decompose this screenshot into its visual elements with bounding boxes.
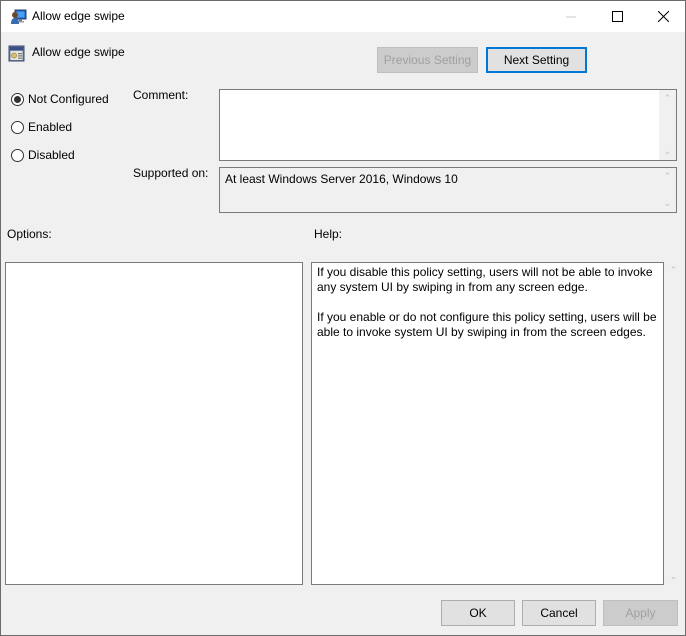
supported-on-field: At least Windows Server 2016, Windows 10… (219, 167, 677, 213)
radio-label: Disabled (28, 148, 75, 162)
options-label: Options: (7, 227, 52, 241)
close-icon (657, 11, 669, 22)
apply-button[interactable]: Apply (603, 600, 678, 626)
scroll-up-icon[interactable]: ⌃ (659, 168, 676, 185)
close-button[interactable] (640, 1, 686, 32)
next-setting-button[interactable]: Next Setting (486, 47, 587, 73)
supported-scrollbar[interactable]: ⌃ ⌄ (659, 168, 676, 212)
cancel-button[interactable]: Cancel (522, 600, 596, 626)
comment-scrollbar[interactable]: ⌃ ⌄ (659, 90, 676, 160)
options-panel (5, 262, 303, 585)
help-paragraph: If you disable this policy setting, user… (317, 265, 653, 294)
maximize-button[interactable] (594, 1, 640, 32)
scroll-up-icon[interactable]: ⌃ (659, 90, 676, 107)
previous-setting-button[interactable]: Previous Setting (377, 47, 478, 73)
scroll-up-icon[interactable]: ⌃ (665, 262, 682, 279)
ok-button[interactable]: OK (441, 600, 515, 626)
policy-dialog-window: Allow edge swipe Allow edge swipe Previo… (0, 0, 686, 636)
radio-label: Not Configured (28, 92, 109, 106)
radio-button[interactable] (11, 148, 24, 162)
radio-button-checked[interactable] (11, 92, 24, 106)
radio-disabled[interactable]: Disabled (11, 148, 75, 162)
minimize-icon (566, 16, 576, 17)
help-label: Help: (314, 227, 343, 241)
help-text: If you disable this policy setting, user… (317, 265, 659, 355)
radio-enabled[interactable]: Enabled (11, 120, 72, 134)
comment-label: Comment: (133, 88, 189, 102)
comment-textarea[interactable]: ⌃ ⌄ (219, 89, 677, 161)
scroll-down-icon[interactable]: ⌄ (665, 568, 682, 585)
scroll-down-icon[interactable]: ⌄ (659, 143, 676, 160)
help-scrollbar[interactable]: ⌃ ⌄ (665, 262, 682, 585)
window-title: Allow edge swipe (32, 9, 125, 23)
supported-on-label: Supported on: (133, 166, 209, 180)
radio-button[interactable] (11, 120, 24, 134)
policy-setting-icon (8, 45, 25, 62)
radio-label: Enabled (28, 120, 73, 134)
help-paragraph: If you enable or do not configure this p… (317, 310, 657, 339)
help-panel: If you disable this policy setting, user… (311, 262, 664, 585)
maximize-icon (611, 11, 623, 22)
scroll-down-icon[interactable]: ⌄ (659, 195, 676, 212)
group-policy-icon (11, 9, 27, 24)
setting-name: Allow edge swipe (32, 45, 125, 59)
minimize-button[interactable] (548, 1, 594, 32)
supported-on-value: At least Windows Server 2016, Windows 10 (225, 172, 458, 186)
radio-not-configured[interactable]: Not Configured (11, 92, 109, 106)
title-bar[interactable]: Allow edge swipe (1, 1, 685, 32)
